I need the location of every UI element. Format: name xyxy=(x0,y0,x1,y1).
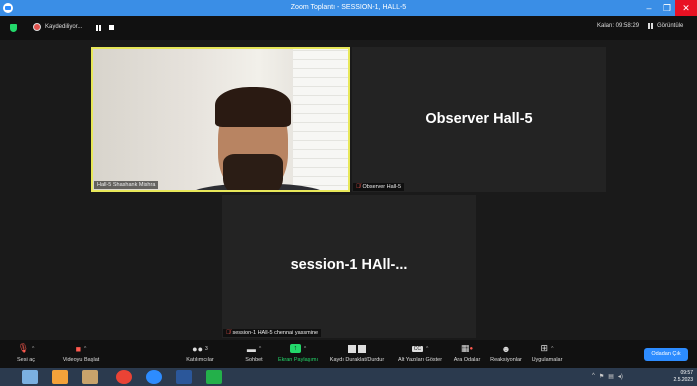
grid-view-icon xyxy=(648,23,654,29)
background-window xyxy=(293,49,348,190)
cc-icon: CC ^ xyxy=(411,345,429,352)
participant-name-tag: 🎙̸ Observer Hall-5 xyxy=(353,183,405,191)
system-clock[interactable]: 09:57 2.5.2023 xyxy=(674,370,693,384)
participant-name: Hall-5 Shashank Mishra xyxy=(97,182,156,188)
window-title: Zoom Toplantı - SESSION-1, HALL-5 xyxy=(290,4,407,11)
chat-label: Sohbet xyxy=(245,357,263,363)
start-video-label: Videoyu Başlat xyxy=(62,357,100,363)
video-off-icon: ■ ^ xyxy=(75,343,87,354)
word-icon[interactable] xyxy=(176,370,192,384)
view-label: Görüntüle xyxy=(657,23,684,29)
clock-date: 2.5.2023 xyxy=(673,377,693,383)
mic-muted-icon: 🎙̸ xyxy=(226,330,231,336)
mic-muted-icon: 🎙 ^ xyxy=(17,343,35,353)
participant-tile-1[interactable]: Hall-5 Shashank Mishra xyxy=(91,47,350,192)
pause-stop-label: Kaydı Duraklat/Durdur xyxy=(329,357,385,363)
participant-tile-3[interactable]: session-1 HAll-... 🎙̸ session-1 HAll-5 c… xyxy=(222,195,476,338)
start-video-button[interactable]: ■ ^ Videoyu Başlat xyxy=(56,343,106,364)
participant-name-tag: Hall-5 Shashank Mishra xyxy=(94,181,159,189)
share-screen-button[interactable]: ↑ ^ Ekran Paylaşımı xyxy=(276,343,320,363)
leave-meeting-button[interactable]: Odadan Çık xyxy=(644,348,688,361)
captions-button[interactable]: CC ^ Alt Yazıları Göster xyxy=(396,343,444,363)
window-titlebar: Zoom Toplantı - SESSION-1, HALL-5 – ❐ ✕ xyxy=(0,0,697,16)
clock-time: 09:57 xyxy=(680,370,693,376)
unmute-label: Sesi aç xyxy=(16,357,36,363)
recording-indicator: Kaydediliyor... xyxy=(33,23,82,31)
reactions-button[interactable]: ☻ Reaksiyonlar xyxy=(486,343,526,364)
stop-recording-icon[interactable] xyxy=(109,25,114,30)
participant-beard xyxy=(223,154,283,190)
file-explorer-icon[interactable] xyxy=(22,370,38,384)
remaining-time: Kalan: 09:58:29 xyxy=(597,23,640,29)
chat-button[interactable]: ▬ ^ Sohbet xyxy=(240,343,268,364)
participant-name: Observer Hall-5 xyxy=(362,184,402,190)
app-icon[interactable] xyxy=(206,370,222,384)
view-button[interactable]: Görüntüle xyxy=(648,23,683,29)
app-icon[interactable] xyxy=(52,370,68,384)
participant-hair xyxy=(215,87,291,127)
meeting-toolbar: 🎙 ^ Sesi aç ■ ^ Videoyu Başlat ●● 3 Katılım… xyxy=(0,340,697,368)
os-taskbar: ^ ⚑ ▤ ◂) 09:57 2.5.2023 xyxy=(0,368,697,386)
mic-muted-icon: 🎙̸ xyxy=(356,184,361,190)
captions-label: Alt Yazıları Göster xyxy=(397,357,443,363)
participants-label: Katılımcılar xyxy=(186,357,214,363)
reactions-icon: ☻ xyxy=(501,343,511,354)
recording-dot-icon xyxy=(33,23,41,31)
close-button[interactable]: ✕ xyxy=(675,0,697,16)
video-gallery: Hall-5 Shashank Mishra Observer Hall-5 🎙… xyxy=(0,40,697,340)
breakout-rooms-label: Ara Odalar xyxy=(453,357,481,363)
share-screen-label: Ekran Paylaşımı xyxy=(277,357,319,363)
breakout-rooms-icon: ▦ ● xyxy=(460,343,474,353)
participant-name: session-1 HAll-5 chennai yassmine xyxy=(232,330,319,336)
maximize-button[interactable]: ❐ xyxy=(658,0,676,16)
pause-recording-icon[interactable] xyxy=(96,25,101,31)
participant-display-name: Observer Hall-5 xyxy=(425,111,533,127)
participant-video xyxy=(93,49,348,190)
apps-icon: ⊞ ^ xyxy=(540,343,554,353)
share-screen-icon: ↑ ^ xyxy=(276,343,320,354)
app-icon[interactable] xyxy=(82,370,98,384)
unmute-button[interactable]: 🎙 ^ Sesi aç xyxy=(8,343,44,363)
participant-tile-2[interactable]: Observer Hall-5 🎙̸ Observer Hall-5 xyxy=(352,47,606,192)
participant-display-name: session-1 HAll-... xyxy=(290,257,408,273)
apps-button[interactable]: ⊞ ^ Uygulamalar xyxy=(528,343,566,363)
reactions-label: Reaksiyonlar xyxy=(490,357,522,363)
participants-icon: ●● 3 xyxy=(192,343,208,354)
chat-icon: ▬ ^ xyxy=(246,343,262,354)
meeting-top-bar: Kaydediliyor... Kalan: 09:58:29 Görüntül… xyxy=(0,16,697,40)
pause-stop-recording-button[interactable]: Kaydı Duraklat/Durdur xyxy=(326,343,388,363)
participants-button[interactable]: ●● 3 Katılımcılar xyxy=(180,343,220,364)
participant-name-tag: 🎙̸ session-1 HAll-5 chennai yassmine xyxy=(223,329,322,337)
zoom-taskbar-icon[interactable] xyxy=(146,370,162,384)
apps-label: Uygulamalar xyxy=(531,357,563,363)
minimize-button[interactable]: – xyxy=(640,0,658,16)
chrome-icon[interactable] xyxy=(116,370,132,384)
participants-count: 3 xyxy=(205,345,208,352)
pause-stop-icon xyxy=(326,343,388,354)
breakout-rooms-button[interactable]: ▦ ● Ara Odalar xyxy=(452,343,482,363)
recording-label: Kaydediliyor... xyxy=(45,24,83,30)
system-tray-icons[interactable]: ^ ⚑ ▤ ◂) xyxy=(592,373,623,380)
security-shield-icon[interactable] xyxy=(10,24,17,32)
